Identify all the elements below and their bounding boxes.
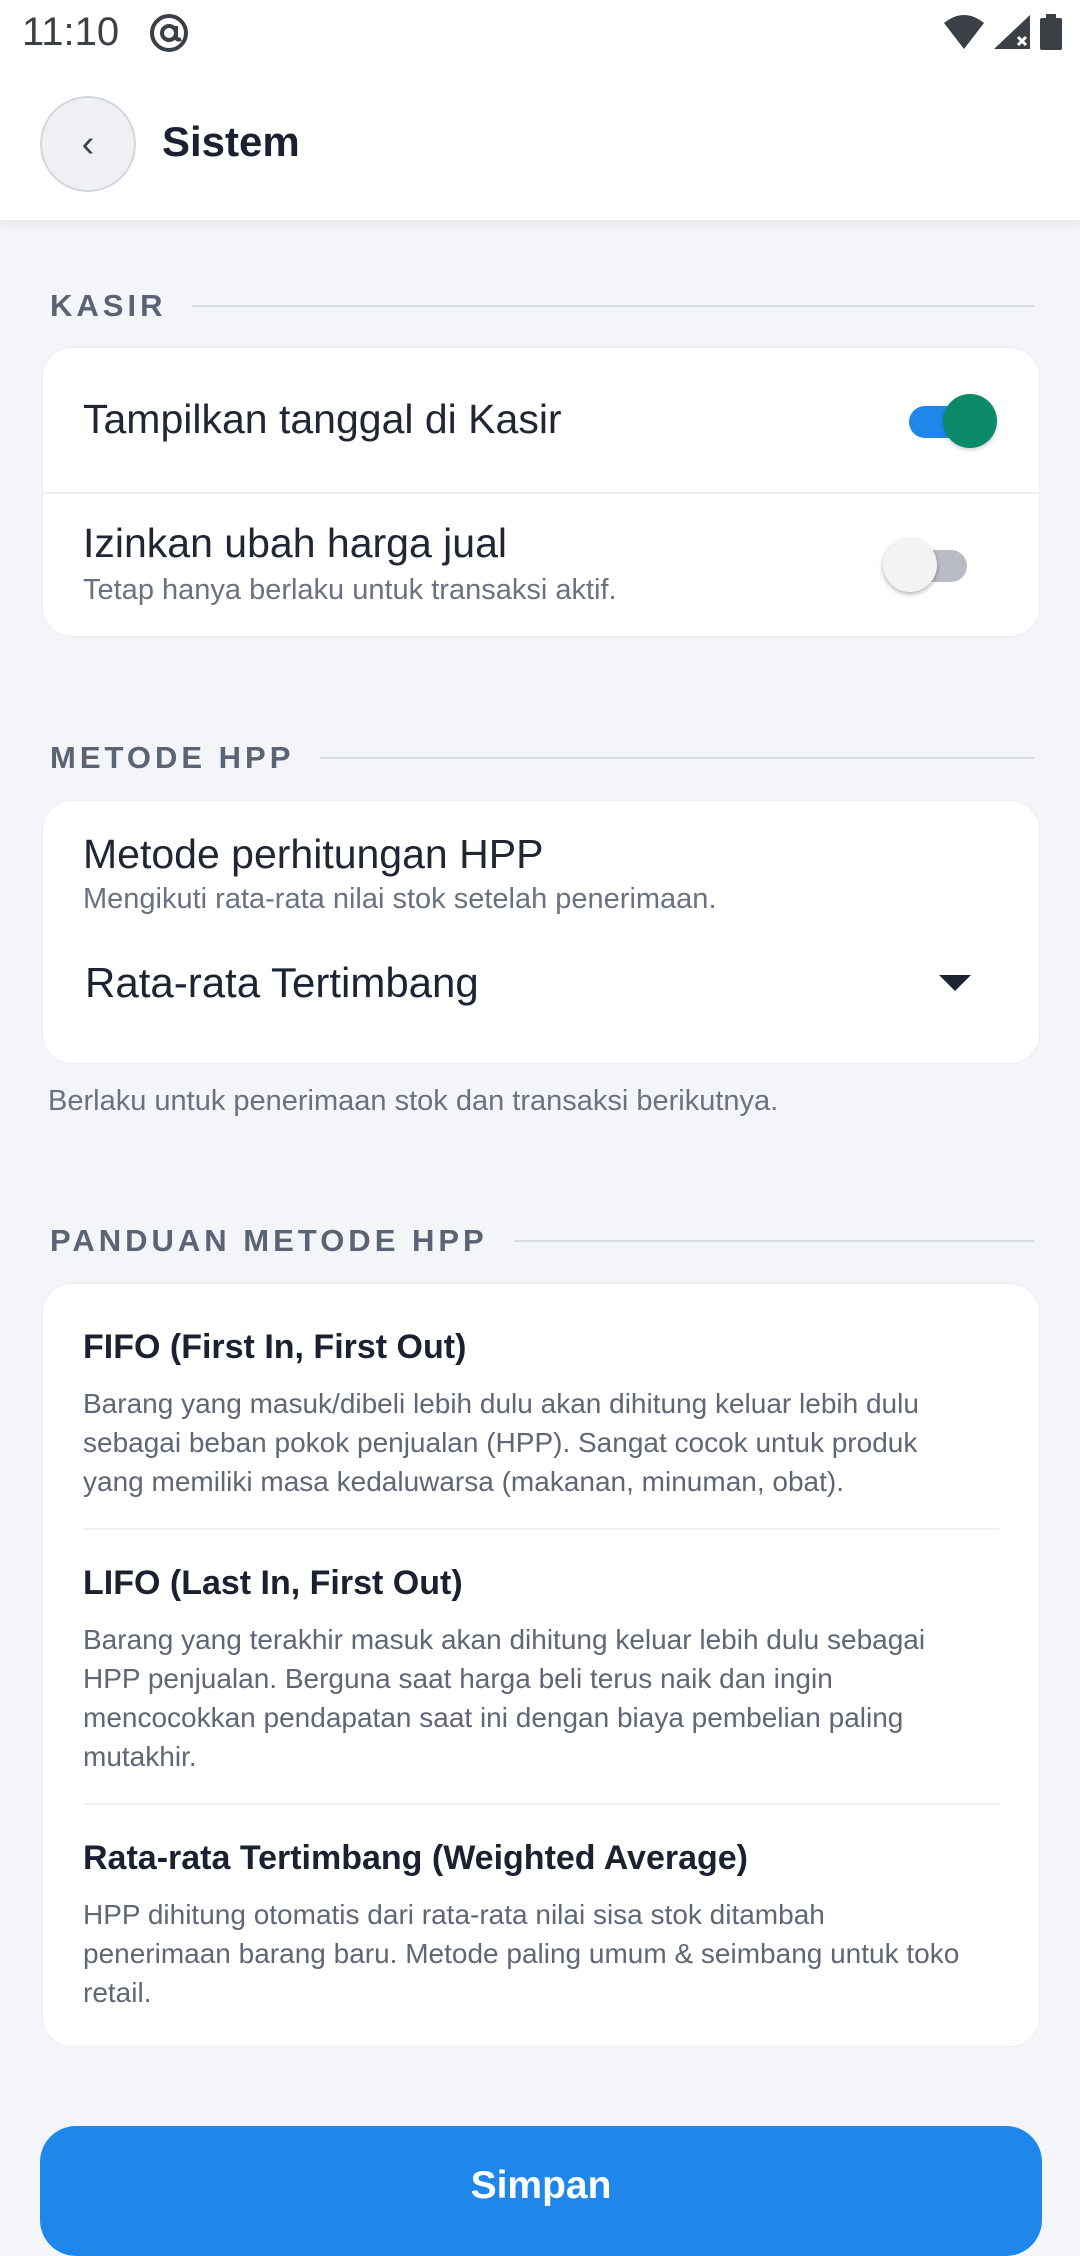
guide-weighted-title: Rata-rata Tertimbang (Weighted Average) (83, 1839, 749, 1877)
kasir-card: Tampilkan tanggal di Kasir Izinkan ubah … (42, 347, 1040, 637)
app-bar: ‹ Sistem (0, 66, 1080, 220)
guide-weighted-desc: HPP dihitung otomatis dari rata-rata nil… (83, 1895, 1003, 2012)
guide-divider (83, 1803, 999, 1805)
guide-line: Barang yang masuk/dibeli lebih dulu akan… (83, 1388, 919, 1419)
guide-line: Barang yang terakhir masuk akan dihitung… (83, 1624, 926, 1655)
hpp-method-title: Metode perhitungan HPP (83, 831, 544, 877)
at-sign-icon (150, 14, 188, 52)
guide-lifo-title: LIFO (Last In, First Out) (83, 1564, 463, 1602)
guide-line: sebagai beban pokok penjualan (HPP). San… (83, 1427, 918, 1458)
show-date-toggle[interactable] (903, 392, 997, 448)
system-icons (944, 14, 1062, 50)
allow-price-change-label: Izinkan ubah harga jual (83, 520, 507, 566)
guide-line: retail. (83, 1977, 152, 2008)
guide-line: mencocokkan pendapatan saat ini dengan b… (83, 1702, 904, 1733)
guide-fifo-desc: Barang yang masuk/dibeli lebih dulu akan… (83, 1384, 1003, 1501)
status-time: 11:10 (22, 10, 120, 54)
section-divider (513, 1240, 1034, 1242)
save-button[interactable]: Simpan (40, 2126, 1042, 2256)
guide-line: HPP dihitung otomatis dari rata-rata nil… (83, 1899, 825, 1930)
section-hpp-label: METODE HPP (50, 740, 295, 775)
guide-lifo-desc: Barang yang terakhir masuk akan dihitung… (83, 1620, 1003, 1776)
guide-line: penerimaan barang baru. Metode paling um… (83, 1938, 960, 1969)
guide-card: FIFO (First In, First Out) Barang yang m… (42, 1283, 1040, 2047)
section-kasir-label: KASIR (50, 288, 167, 323)
section-divider (320, 757, 1034, 759)
hpp-note: Berlaku untuk penerimaan stok dan transa… (48, 1085, 779, 1117)
guide-line: yang memiliki masa kedaluwarsa (makanan,… (83, 1466, 844, 1497)
toggle-thumb (883, 538, 937, 592)
hpp-method-select[interactable]: Rata-rata Tertimbang (43, 941, 1039, 1041)
hpp-method-selected: Rata-rata Tertimbang (85, 959, 479, 1006)
wifi-icon (944, 15, 984, 49)
section-guide-header: PANDUAN METODE HPP (50, 1223, 1034, 1259)
battery-icon (1040, 14, 1062, 50)
status-bar: 11:10 (0, 0, 1080, 66)
chevron-left-icon: ‹ (81, 122, 95, 165)
show-date-label: Tampilkan tanggal di Kasir (83, 396, 562, 442)
guide-line: HPP penjualan. Berguna saat harga beli t… (83, 1663, 833, 1694)
hpp-card: Metode perhitungan HPP Mengikuti rata-ra… (42, 800, 1040, 1064)
page-title: Sistem (162, 118, 300, 165)
guide-line: mutakhir. (83, 1741, 197, 1772)
guide-fifo-title: FIFO (First In, First Out) (83, 1328, 467, 1366)
section-guide-label: PANDUAN METODE HPP (50, 1223, 488, 1258)
hpp-method-sub: Mengikuti rata-rata nilai stok setelah p… (83, 883, 717, 915)
save-button-label: Simpan (470, 2164, 612, 2207)
section-kasir-header: KASIR (50, 288, 1034, 324)
dropdown-caret-icon (939, 975, 971, 991)
allow-price-change-toggle[interactable] (883, 536, 977, 592)
guide-divider (83, 1528, 999, 1530)
show-date-row[interactable]: Tampilkan tanggal di Kasir (43, 348, 1039, 492)
allow-price-change-row[interactable]: Izinkan ubah harga jual Tetap hanya berl… (43, 494, 1039, 638)
section-divider (192, 305, 1034, 307)
section-hpp-header: METODE HPP (50, 740, 1034, 776)
toggle-thumb (943, 394, 997, 448)
signal-icon (994, 15, 1030, 49)
allow-price-change-sub: Tetap hanya berlaku untuk transaksi akti… (83, 574, 617, 606)
back-button[interactable]: ‹ (40, 96, 136, 192)
